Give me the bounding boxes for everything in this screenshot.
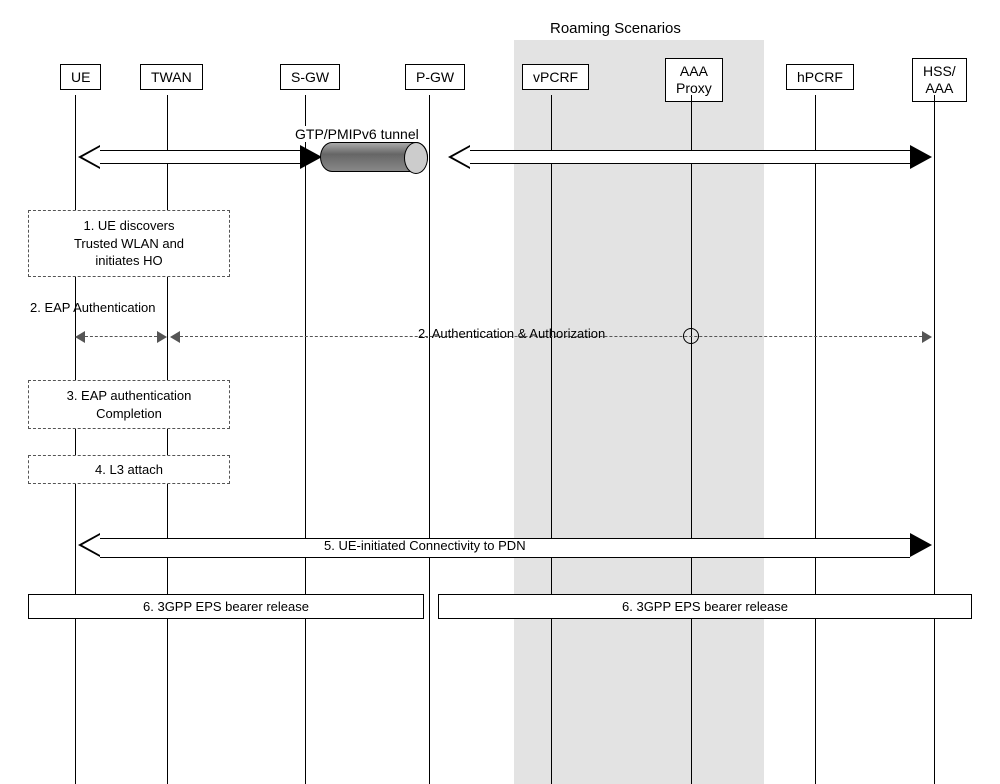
lifeline-aaa-proxy (691, 95, 692, 784)
step6-left-text: 6. 3GPP EPS bearer release (143, 599, 309, 614)
node-label: UE (71, 69, 90, 85)
node-label-line1: HSS/ (923, 63, 956, 79)
tunnel-icon (320, 142, 428, 172)
step1-line2: Trusted WLAN and (74, 236, 184, 251)
lifeline-hss-aaa (934, 95, 935, 784)
lifeline-vpcrf (551, 95, 552, 784)
roaming-label: Roaming Scenarios (550, 20, 681, 37)
step6-right-box: 6. 3GPP EPS bearer release (438, 594, 972, 619)
step3-line2: Completion (96, 406, 162, 421)
step5-label: 5. UE-initiated Connectivity to PDN (324, 538, 526, 553)
lifeline-sgw (305, 95, 306, 784)
node-label: vPCRF (533, 69, 578, 85)
step4-text: 4. L3 attach (95, 462, 163, 477)
step3-box: 3. EAP authentication Completion (28, 380, 230, 429)
node-twan: TWAN (140, 64, 203, 90)
node-hss-aaa: HSS/ AAA (912, 58, 967, 102)
circle-marker-aaa (683, 328, 699, 344)
node-ue: UE (60, 64, 101, 90)
step6-left-box: 6. 3GPP EPS bearer release (28, 594, 424, 619)
step2-right-label: 2. Authentication & Authorization (418, 326, 605, 341)
arrow-pgw-hss (470, 150, 910, 164)
arrow-step2-ue-twan (85, 336, 157, 337)
node-label-line1: AAA (680, 63, 708, 79)
step1-line3: initiates HO (95, 253, 162, 268)
node-label: P-GW (416, 69, 454, 85)
node-label: S-GW (291, 69, 329, 85)
step1-box: 1. UE discovers Trusted WLAN and initiat… (28, 210, 230, 277)
node-label-line2: AAA (925, 80, 953, 96)
step4-box: 4. L3 attach (28, 455, 230, 484)
tunnel-label: GTP/PMIPv6 tunnel (295, 126, 419, 142)
step3-line1: 3. EAP authentication (67, 388, 192, 403)
step1-line1: 1. UE discovers (83, 218, 174, 233)
node-aaa-proxy: AAA Proxy (665, 58, 723, 102)
lifeline-twan (167, 95, 168, 784)
node-pgw: P-GW (405, 64, 465, 90)
node-label: TWAN (151, 69, 192, 85)
lifeline-ue (75, 95, 76, 784)
sequence-diagram: Roaming Scenarios UE TWAN S-GW P-GW vPCR… (0, 0, 1000, 784)
node-label-line2: Proxy (676, 80, 712, 96)
lifeline-hpcrf (815, 95, 816, 784)
node-label: hPCRF (797, 69, 843, 85)
node-hpcrf: hPCRF (786, 64, 854, 90)
lifeline-pgw (429, 95, 430, 784)
arrow-ue-sgw (100, 150, 300, 164)
node-vpcrf: vPCRF (522, 64, 589, 90)
step6-right-text: 6. 3GPP EPS bearer release (622, 599, 788, 614)
step2-left-label: 2. EAP Authentication (30, 300, 156, 315)
node-sgw: S-GW (280, 64, 340, 90)
